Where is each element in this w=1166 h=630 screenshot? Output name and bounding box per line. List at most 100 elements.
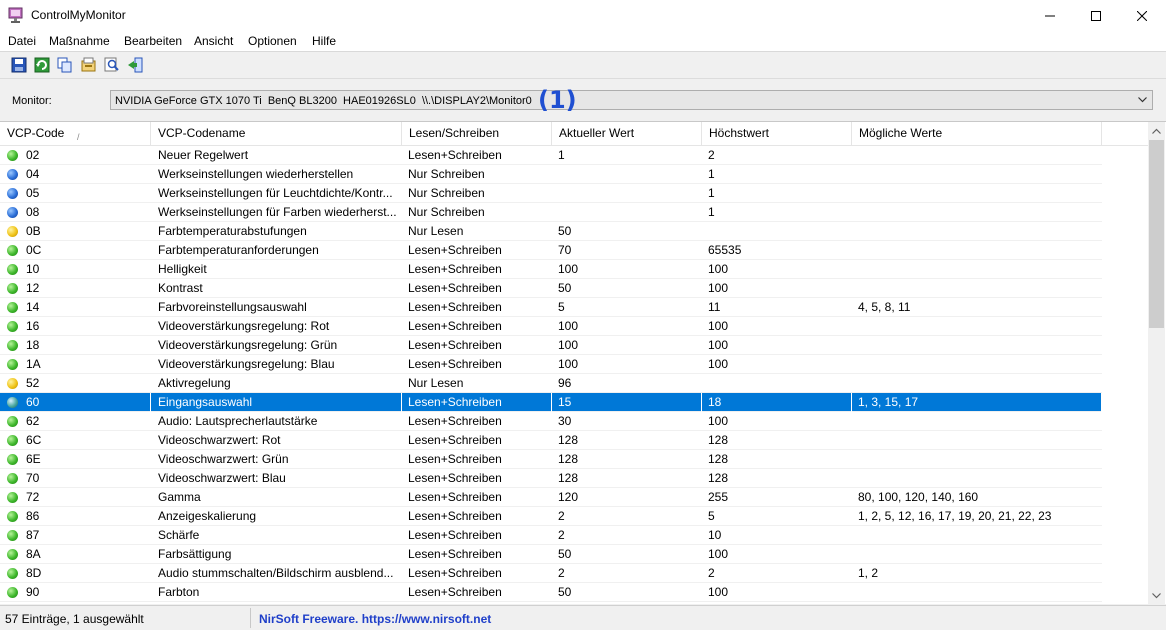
cell-current-value: 120 bbox=[558, 490, 579, 504]
cell-vcp-codename: Werkseinstellungen für Farben wiederhers… bbox=[158, 205, 397, 219]
copy-icon[interactable] bbox=[56, 56, 74, 74]
status-credit-link[interactable]: NirSoft Freeware. https://www.nirsoft.ne… bbox=[259, 612, 491, 626]
cell-possible-values bbox=[854, 260, 1102, 279]
table-row[interactable]: 6C Videoschwarzwert: Rot Lesen+Schreiben 12… bbox=[0, 431, 1102, 450]
status-dot-icon bbox=[7, 245, 18, 256]
table-row[interactable]: 04 Werkseinstellungen wiederherstellen Nur… bbox=[0, 165, 1102, 184]
table-row[interactable]: 6E Videoschwarzwert: Grün Lesen+Schreiben 1… bbox=[0, 450, 1102, 469]
cell-current-value: 70 bbox=[558, 243, 572, 257]
refresh-icon[interactable] bbox=[33, 56, 51, 74]
column-header-label: VCP-Code bbox=[7, 126, 65, 140]
column-header-maximum[interactable]: Höchstwert bbox=[702, 122, 852, 145]
table-row[interactable]: 8A Farbsättigung Lesen+Schreiben 50 100 bbox=[0, 545, 1102, 564]
table-row[interactable]: 62 Audio: Lautsprecherlautstärke Lesen+Sch… bbox=[0, 412, 1102, 431]
table-row[interactable]: 70 Videoschwarzwert: Blau Lesen+Schreiben 1… bbox=[0, 469, 1102, 488]
scroll-down-button[interactable] bbox=[1148, 587, 1165, 604]
table-row[interactable]: 12 Kontrast Lesen+Schreiben 50 100 bbox=[0, 279, 1102, 298]
column-header-vcp-codename[interactable]: VCP-Codename bbox=[151, 122, 402, 145]
table-row[interactable]: 72 Gamma Lesen+Schreiben 120 255 80, 100, 120… bbox=[0, 488, 1102, 507]
menu-bearbeiten[interactable]: Bearbeiten bbox=[124, 34, 182, 48]
table-row[interactable]: 52 Aktivregelung Nur Lesen 96 bbox=[0, 374, 1102, 393]
table-row[interactable]: 0C Farbtemperaturanforderungen Lesen+Schre… bbox=[0, 241, 1102, 260]
table-row[interactable]: 08 Werkseinstellungen für Farben wiederhe… bbox=[0, 203, 1102, 222]
cell-read-write: Nur Lesen bbox=[408, 376, 464, 390]
cell-read-write: Lesen+Schreiben bbox=[408, 300, 502, 314]
cell-current-value: 1 bbox=[558, 148, 565, 162]
status-dot-icon bbox=[7, 492, 18, 503]
menu-datei[interactable]: Datei bbox=[8, 34, 36, 48]
table-row[interactable]: 60 Eingangsauswahl Lesen+Schreiben 15 18 1, 3… bbox=[0, 393, 1102, 412]
cell-current-value: 100 bbox=[558, 357, 579, 371]
scroll-thumb[interactable] bbox=[1149, 140, 1164, 328]
table-row[interactable]: 14 Farbvoreinstellungsauswahl Lesen+Schrei… bbox=[0, 298, 1102, 317]
minimize-button[interactable] bbox=[1027, 0, 1073, 31]
cell-vcp-code: 10 bbox=[26, 262, 40, 276]
table-row[interactable]: 16 Videoverstärkungsregelung: Rot Lesen+Sc… bbox=[0, 317, 1102, 336]
cell-maximum bbox=[704, 222, 852, 241]
minimize-icon bbox=[1045, 15, 1055, 16]
table-row[interactable]: 02 Neuer Regelwert Lesen+Schreiben 1 2 bbox=[0, 146, 1102, 165]
cell-current-value: 50 bbox=[558, 224, 572, 238]
find-icon[interactable] bbox=[103, 56, 121, 74]
cell-vcp-code: 70 bbox=[26, 471, 40, 485]
cell-vcp-codename: Videoverstärkungsregelung: Blau bbox=[158, 357, 335, 371]
menu-optionen[interactable]: Optionen bbox=[248, 34, 297, 48]
column-header-possible-values[interactable]: Mögliche Werte bbox=[852, 122, 1102, 145]
table-row[interactable]: 0B Farbtemperaturabstufungen Nur Lesen 50 bbox=[0, 222, 1102, 241]
cell-current-value: 2 bbox=[558, 509, 565, 523]
cell-maximum bbox=[704, 374, 852, 393]
table-row[interactable]: 86 Anzeigeskalierung Lesen+Schreiben 2 5 1, 2… bbox=[0, 507, 1102, 526]
cell-possible-values bbox=[854, 279, 1102, 298]
cell-vcp-codename: Audio stummschalten/Bildschirm ausblend.… bbox=[158, 566, 394, 580]
status-dot-icon bbox=[7, 473, 18, 484]
cell-read-write: Lesen+Schreiben bbox=[408, 338, 502, 352]
table-row[interactable]: 87 Schärfe Lesen+Schreiben 2 10 bbox=[0, 526, 1102, 545]
cell-vcp-codename: Farbtemperaturabstufungen bbox=[158, 224, 307, 238]
table-row[interactable]: 8D Audio stummschalten/Bildschirm ausblen… bbox=[0, 564, 1102, 583]
cell-possible-values bbox=[854, 469, 1102, 488]
vcp-list[interactable]: VCP-Code / VCP-Codename Lesen/Schreiben … bbox=[0, 121, 1166, 604]
cell-vcp-code: 02 bbox=[26, 148, 40, 162]
column-header-read-write[interactable]: Lesen/Schreiben bbox=[402, 122, 552, 145]
cell-maximum: 18 bbox=[704, 393, 852, 412]
cell-maximum: 100 bbox=[708, 262, 729, 276]
close-icon bbox=[1137, 10, 1147, 21]
properties-icon[interactable] bbox=[80, 56, 98, 74]
scroll-up-button[interactable] bbox=[1148, 122, 1165, 139]
menu-hilfe[interactable]: Hilfe bbox=[312, 34, 336, 48]
table-row[interactable]: 10 Helligkeit Lesen+Schreiben 100 100 bbox=[0, 260, 1102, 279]
status-divider bbox=[250, 608, 251, 628]
cell-vcp-codename: Anzeigeskalierung bbox=[158, 509, 257, 523]
table-row[interactable]: 05 Werkseinstellungen für Leuchtdichte/Ko… bbox=[0, 184, 1102, 203]
cell-read-write: Lesen+Schreiben bbox=[408, 509, 502, 523]
cell-read-write: Nur Schreiben bbox=[408, 186, 485, 200]
table-row[interactable]: 1A Videoverstärkungsregelung: Blau Lesen+S… bbox=[0, 355, 1102, 374]
cell-read-write: Lesen+Schreiben bbox=[408, 566, 502, 580]
column-header-vcp-code[interactable]: VCP-Code / bbox=[0, 122, 151, 145]
cell-possible-values bbox=[854, 165, 1102, 184]
table-row[interactable]: 90 Farbton Lesen+Schreiben 50 100 bbox=[0, 583, 1102, 602]
close-button[interactable] bbox=[1119, 0, 1165, 31]
column-header-current-value[interactable]: Aktueller Wert bbox=[552, 122, 702, 145]
cell-possible-values bbox=[854, 583, 1102, 602]
cell-read-write: Lesen+Schreiben bbox=[408, 433, 502, 447]
table-row[interactable]: 18 Videoverstärkungsregelung: Grün Lesen+S… bbox=[0, 336, 1102, 355]
cell-vcp-codename: Videoverstärkungsregelung: Rot bbox=[158, 319, 330, 333]
cell-current-value bbox=[554, 184, 702, 203]
cell-maximum: 100 bbox=[708, 547, 729, 561]
menu-massnahme[interactable]: Maßnahme bbox=[49, 34, 110, 48]
vertical-scrollbar[interactable] bbox=[1148, 122, 1165, 604]
cell-possible-values bbox=[854, 184, 1102, 203]
save-icon[interactable] bbox=[10, 56, 28, 74]
cell-read-write: Lesen+Schreiben bbox=[404, 393, 552, 412]
maximize-button[interactable] bbox=[1073, 0, 1119, 31]
status-dot-icon bbox=[7, 511, 18, 522]
menu-ansicht[interactable]: Ansicht bbox=[194, 34, 233, 48]
status-dot-icon bbox=[7, 150, 18, 161]
cell-vcp-code: 05 bbox=[26, 186, 40, 200]
exit-icon[interactable] bbox=[126, 56, 144, 74]
cell-read-write: Lesen+Schreiben bbox=[408, 148, 502, 162]
monitor-label: Monitor: bbox=[12, 95, 52, 107]
monitor-dropdown[interactable]: NVIDIA GeForce GTX 1070 Ti BenQ BL3200 H… bbox=[110, 90, 1153, 110]
status-dot-icon bbox=[7, 264, 18, 275]
